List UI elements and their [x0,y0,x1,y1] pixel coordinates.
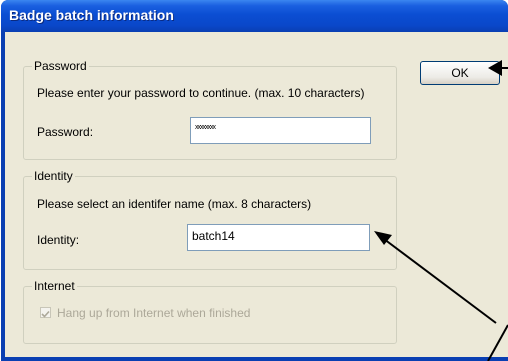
arrow-identity-line [383,238,497,324]
annotation-overlay [374,60,508,361]
arrow-ok-head [488,60,502,76]
arrow-corner-line [487,324,508,361]
